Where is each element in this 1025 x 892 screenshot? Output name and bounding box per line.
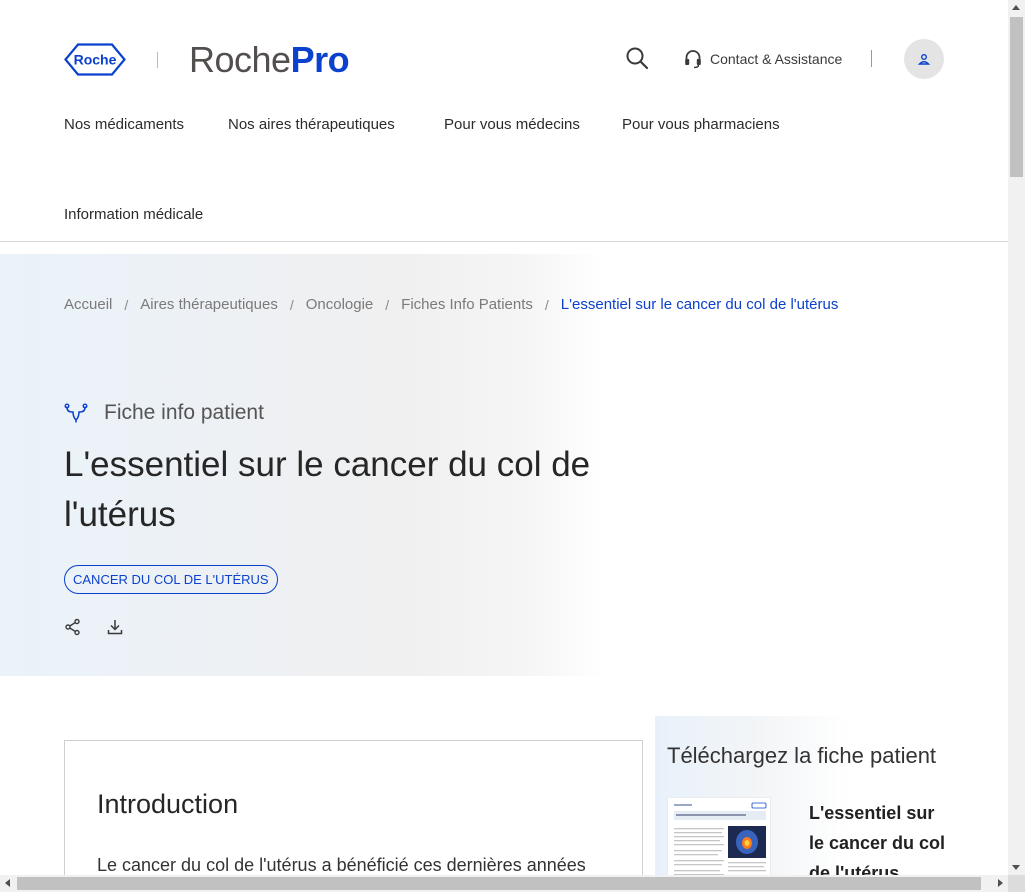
scroll-right-arrow-icon[interactable] [998, 879, 1003, 887]
search-icon[interactable] [624, 45, 650, 71]
scroll-left-arrow-icon[interactable] [5, 879, 10, 887]
breadcrumb-separator: / [124, 296, 129, 313]
topic-tag[interactable]: CANCER DU COL DE L'UTÉRUS [64, 565, 278, 594]
breadcrumb-current: L'essentiel sur le cancer du col de l'ut… [560, 296, 839, 313]
page-title: L'essentiel sur le cancer du col de l'ut… [64, 445, 591, 534]
download-panel: Téléchargez la fiche patient L'essentiel… [655, 716, 1008, 892]
contact-assistance-link[interactable]: Contact & Assistance [684, 46, 842, 72]
breadcrumb: Accueil / Aires thérapeutiques / Oncolog… [64, 296, 838, 313]
logo-divider [157, 52, 158, 68]
user-icon [918, 54, 930, 65]
scrollbar-corner [1008, 875, 1025, 892]
download-panel-title: Téléchargez la fiche patient [667, 743, 937, 768]
introduction-title: Introduction [97, 789, 239, 819]
introduction-card: Introduction Le cancer du col de l'utéru… [64, 740, 643, 892]
breadcrumb-item-oncologie[interactable]: Oncologie [306, 296, 374, 313]
vertical-scrollbar-thumb[interactable] [1010, 17, 1023, 177]
download-icon[interactable] [106, 618, 124, 636]
breadcrumb-item-fiches[interactable]: Fiches Info Patients [401, 296, 533, 313]
nav-item-aires-therapeutiques[interactable]: Nos aires thérapeutiques [228, 116, 395, 133]
account-button[interactable] [904, 39, 944, 79]
uterus-icon [64, 403, 88, 423]
site-header: Roche RochePro Contact & Assistance Nos … [0, 0, 1008, 242]
hero-section: Accueil / Aires thérapeutiques / Oncolog… [0, 254, 1008, 676]
breadcrumb-separator: / [385, 296, 390, 313]
nav-item-medicaments[interactable]: Nos médicaments [64, 116, 184, 133]
vertical-scrollbar[interactable] [1008, 0, 1025, 875]
scroll-down-arrow-icon[interactable] [1012, 865, 1020, 870]
breadcrumb-item-accueil[interactable]: Accueil [64, 296, 112, 313]
horizontal-scrollbar-thumb[interactable] [17, 877, 981, 890]
brand-part1: Roche [189, 39, 291, 80]
breadcrumb-separator: / [544, 296, 549, 313]
roche-logo-text: Roche [74, 52, 117, 68]
nav-item-information-medicale[interactable]: Information médicale [64, 206, 203, 223]
roche-logo[interactable]: Roche [64, 43, 126, 76]
contact-label: Contact & Assistance [710, 51, 843, 67]
breadcrumb-item-aires[interactable]: Aires thérapeutiques [140, 296, 278, 313]
header-divider [871, 50, 872, 67]
content-kind: Fiche info patient [64, 401, 264, 425]
content-kind-label: Fiche info patient [104, 401, 264, 424]
horizontal-scrollbar[interactable] [0, 875, 1008, 892]
breadcrumb-separator: / [289, 296, 294, 313]
rochepro-logo[interactable]: RochePro [189, 38, 350, 82]
scroll-up-arrow-icon[interactable] [1012, 5, 1020, 10]
nav-item-pharmaciens[interactable]: Pour vous pharmaciens [622, 116, 780, 133]
brand-part2: Pro [290, 39, 350, 80]
share-icon[interactable] [64, 618, 82, 636]
headset-icon [685, 50, 701, 69]
nav-item-medecins[interactable]: Pour vous médecins [444, 116, 580, 133]
